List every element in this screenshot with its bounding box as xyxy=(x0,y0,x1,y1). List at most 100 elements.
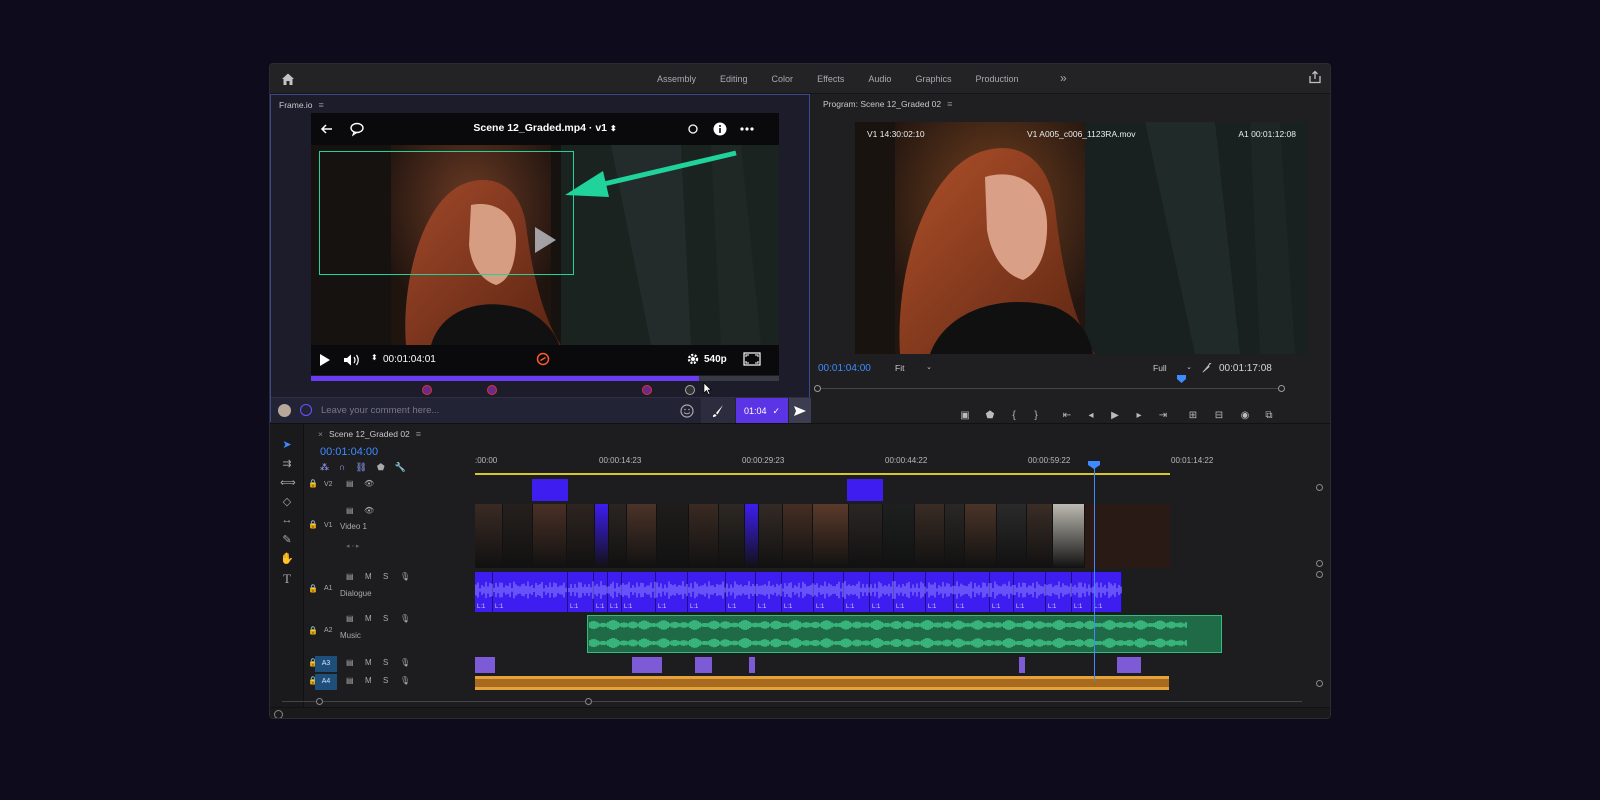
overwrite-icon[interactable]: ⊟ xyxy=(1213,410,1225,422)
track-name-v1[interactable]: Video 1 xyxy=(340,522,367,531)
dialogue-clip[interactable]: L:1 xyxy=(608,572,622,612)
tab-production[interactable]: Production xyxy=(975,74,1018,84)
dialogue-clip[interactable]: L:1 xyxy=(926,572,954,612)
dialogue-clip[interactable]: L:1 xyxy=(756,572,782,612)
video-clip[interactable] xyxy=(475,504,503,568)
mark-out-icon[interactable]: } xyxy=(1030,410,1042,422)
frameio-scrubber[interactable] xyxy=(311,376,779,381)
h-scroll-handle-right[interactable] xyxy=(585,698,592,705)
dialogue-clip[interactable]: L:1 xyxy=(870,572,894,612)
video-clip[interactable] xyxy=(567,504,595,568)
player-file-title[interactable]: Scene 12_Graded.mp4 · v1 ⬍ xyxy=(311,122,779,134)
mark-in-icon[interactable]: { xyxy=(1008,410,1020,422)
eye-icon[interactable]: 👁 xyxy=(364,506,374,515)
mute-button[interactable]: M xyxy=(365,658,372,667)
comment-marker-avatar[interactable] xyxy=(422,385,432,395)
program-video-frame[interactable]: V1 14:30:02:10 V1 A005_c006_1123RA.mov A… xyxy=(855,122,1308,354)
dialogue-clip[interactable]: L:1 xyxy=(1092,572,1122,612)
go-to-in-icon[interactable]: ⇤ xyxy=(1061,410,1073,422)
dialogue-clip[interactable]: L:1 xyxy=(814,572,844,612)
eye-icon[interactable]: 👁 xyxy=(364,479,374,488)
step-forward-icon[interactable]: ▸ xyxy=(1133,410,1145,422)
video-clip[interactable] xyxy=(689,504,719,568)
go-to-out-icon[interactable]: ⇥ xyxy=(1157,410,1169,422)
video-clip[interactable] xyxy=(609,504,627,568)
comment-input[interactable]: Leave your comment here... xyxy=(321,405,439,416)
sfx-clip[interactable] xyxy=(475,657,495,673)
dialogue-clip[interactable]: L:1 xyxy=(782,572,814,612)
microphone-icon[interactable]: 🎙 xyxy=(400,658,410,667)
timeline-settings-wrench-icon[interactable]: 🔧 xyxy=(395,462,406,473)
snap-magnet-icon[interactable]: ∩ xyxy=(339,462,345,473)
dialogue-clip[interactable]: L:1 xyxy=(726,572,756,612)
video-clip[interactable] xyxy=(813,504,849,568)
dialogue-clip[interactable]: L:1 xyxy=(493,572,568,612)
video-clip[interactable] xyxy=(965,504,997,568)
info-icon[interactable] xyxy=(712,121,728,137)
lock-icon[interactable]: 🔒 xyxy=(308,520,318,529)
dialogue-clip[interactable]: L:1 xyxy=(1072,572,1092,612)
sfx-clip[interactable] xyxy=(1019,657,1025,673)
work-area-bar[interactable] xyxy=(475,473,1170,475)
volume-icon[interactable] xyxy=(343,353,361,367)
solo-button[interactable]: S xyxy=(383,658,388,667)
video-clip[interactable] xyxy=(533,504,567,568)
wrench-icon[interactable] xyxy=(1202,362,1213,373)
type-tool-icon[interactable]: T xyxy=(280,571,294,586)
status-icon[interactable] xyxy=(274,710,283,718)
dialogue-clip[interactable]: L:1 xyxy=(1046,572,1072,612)
sync-lock-icon[interactable]: ▤ xyxy=(346,676,354,685)
music-clip[interactable] xyxy=(587,615,1222,653)
emoji-icon[interactable] xyxy=(680,404,694,418)
lock-icon[interactable]: 🔒 xyxy=(308,584,318,593)
program-playhead[interactable] xyxy=(1177,375,1186,383)
dialogue-clip[interactable]: L:1 xyxy=(656,572,688,612)
mute-button[interactable]: M xyxy=(365,614,372,623)
frameio-video-frame[interactable] xyxy=(311,145,779,345)
ripple-edit-tool-icon[interactable]: ⟺ xyxy=(280,476,296,490)
sync-lock-icon[interactable]: ▤ xyxy=(346,614,354,623)
panel-menu-icon[interactable]: ≡ xyxy=(319,100,324,110)
version-chevron-icon[interactable]: ⬍ xyxy=(610,124,617,133)
dialogue-clip[interactable]: L:1 xyxy=(568,572,594,612)
sync-lock-icon[interactable]: ▤ xyxy=(346,506,354,515)
play-icon[interactable]: ▶ xyxy=(1109,410,1121,422)
dialogue-clip[interactable]: L:1 xyxy=(894,572,926,612)
loop-icon[interactable] xyxy=(300,404,312,416)
video-clip[interactable] xyxy=(945,504,965,568)
scroll-handle-right[interactable] xyxy=(1278,385,1285,392)
video-clip[interactable] xyxy=(997,504,1027,568)
ambience-clip[interactable] xyxy=(475,676,1169,690)
timecode-stepper-icon[interactable]: ⬍ xyxy=(371,353,378,362)
microphone-icon[interactable]: 🎙 xyxy=(400,676,410,685)
send-button[interactable] xyxy=(789,398,811,424)
play-overlay-icon[interactable] xyxy=(532,225,558,255)
a-scroll-handle-bottom[interactable] xyxy=(1316,680,1323,687)
video-clip[interactable] xyxy=(595,504,609,568)
lock-icon[interactable]: 🔒 xyxy=(308,626,318,635)
video-clip[interactable] xyxy=(915,504,945,568)
fullscreen-icon[interactable] xyxy=(743,352,761,366)
resolution-dropdown[interactable]: Full ⌄ xyxy=(1151,363,1195,373)
pen-tool-icon[interactable]: ✎ xyxy=(280,533,294,547)
link-icon[interactable] xyxy=(536,352,550,366)
video-clip[interactable] xyxy=(1053,504,1085,568)
quality-label[interactable]: 540p xyxy=(704,354,727,365)
timeline-horizontal-scrollbar[interactable] xyxy=(282,701,1302,702)
settings-gear-icon[interactable] xyxy=(687,353,699,365)
comment-marker-avatar[interactable] xyxy=(487,385,497,395)
sync-lock-icon[interactable]: ▤ xyxy=(346,479,354,488)
video-clip[interactable] xyxy=(745,504,759,568)
hand-tool-icon[interactable]: ✋ xyxy=(280,552,294,566)
time-ruler[interactable]: :00:00 00:00:14:23 00:00:29:23 00:00:44:… xyxy=(475,452,1213,474)
comment-timestamp-toggle[interactable]: 01:04 ✓ xyxy=(736,398,788,424)
video-clip[interactable] xyxy=(849,504,883,568)
track-name-a2[interactable]: Music xyxy=(340,631,361,640)
solo-button[interactable]: S xyxy=(383,676,388,685)
program-current-timecode[interactable]: 00:01:04:00 xyxy=(818,363,871,374)
export-frame-icon[interactable]: ◉ xyxy=(1239,410,1251,422)
comment-marker-clock[interactable] xyxy=(685,385,695,395)
timeline-playhead[interactable] xyxy=(1094,463,1095,681)
panel-menu-icon[interactable]: ≡ xyxy=(416,429,421,439)
play-icon[interactable] xyxy=(319,353,331,367)
